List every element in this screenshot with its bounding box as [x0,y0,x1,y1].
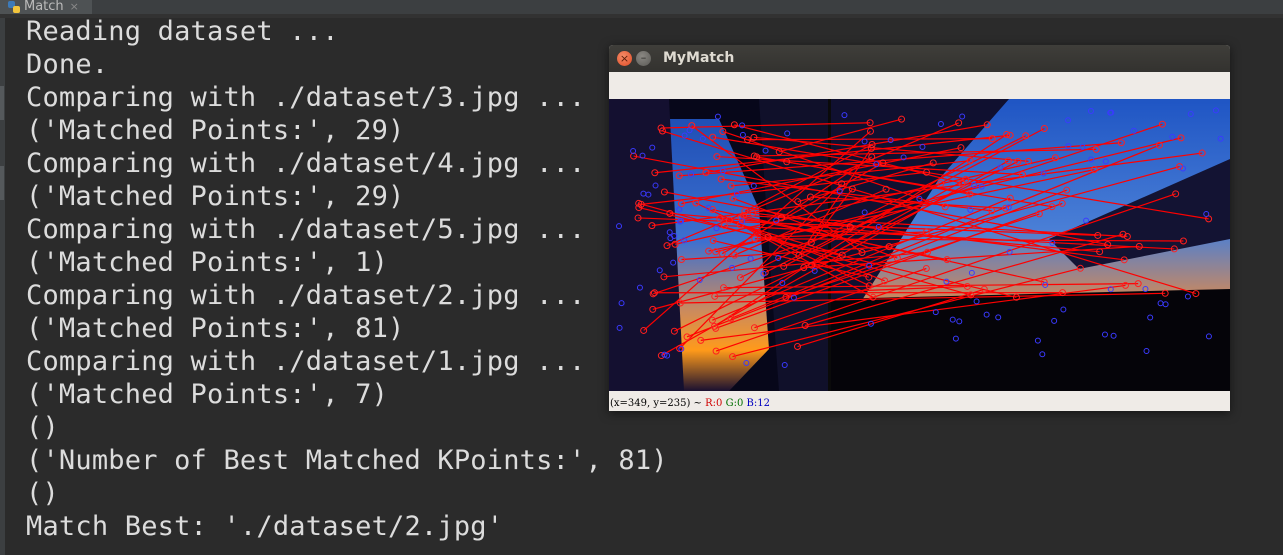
window-title: MyMatch [663,50,735,66]
window-statusbar: (x=349, y=235) ~ R:0 G:0 B:12 [609,391,1230,411]
image-divider [828,99,831,391]
window-toolbar [609,72,1230,99]
console-line: ('Matched Points:', 29) [26,181,405,212]
console-line: Match Best: './dataset/2.jpg' [26,511,504,542]
console-line: Comparing with ./dataset/2.jpg ... [26,280,586,311]
console-output: Reading dataset ... Done. Comparing with… [26,15,668,543]
console-line: Reading dataset ... [26,16,339,47]
console-gutter [0,18,5,555]
status-blue-value: B:12 [746,398,770,409]
console-line: () [26,412,59,443]
console-line: Comparing with ./dataset/1.jpg ... [26,346,586,377]
window-minimize-button[interactable]: – [636,51,651,66]
status-coordinates: (x=349, y=235) ~ [610,398,702,409]
status-red-value: R:0 [705,398,723,409]
match-image[interactable] [609,99,1230,391]
console-line: ('Matched Points:', 7) [26,379,389,410]
close-icon[interactable]: × [70,0,79,14]
tab-match[interactable]: Match × [0,0,92,14]
console-line: () [26,478,59,509]
gutter-marker [0,86,4,120]
keypoint-match-visualization [609,99,1230,391]
python-icon [8,1,20,13]
console-line: ('Matched Points:', 81) [26,313,405,344]
gutter-marker [0,166,4,200]
status-green-value: G:0 [725,398,744,409]
console-line: Comparing with ./dataset/4.jpg ... [26,148,586,179]
mymatch-window[interactable]: × – MyMatch (x=349, y=235) ~ R:0 G:0 B:1… [609,45,1230,411]
console-line: ('Matched Points:', 29) [26,115,405,146]
tab-title: Match [24,0,64,14]
window-titlebar[interactable]: × – MyMatch [609,45,1230,72]
console-line: Comparing with ./dataset/3.jpg ... [26,82,586,113]
right-image-ground [831,289,1230,391]
console-line: ('Matched Points:', 1) [26,247,389,278]
console-line: Done. [26,49,109,80]
window-close-button[interactable]: × [617,51,632,66]
console-line: ('Number of Best Matched KPoints:', 81) [26,445,668,476]
console-line: Comparing with ./dataset/5.jpg ... [26,214,586,245]
